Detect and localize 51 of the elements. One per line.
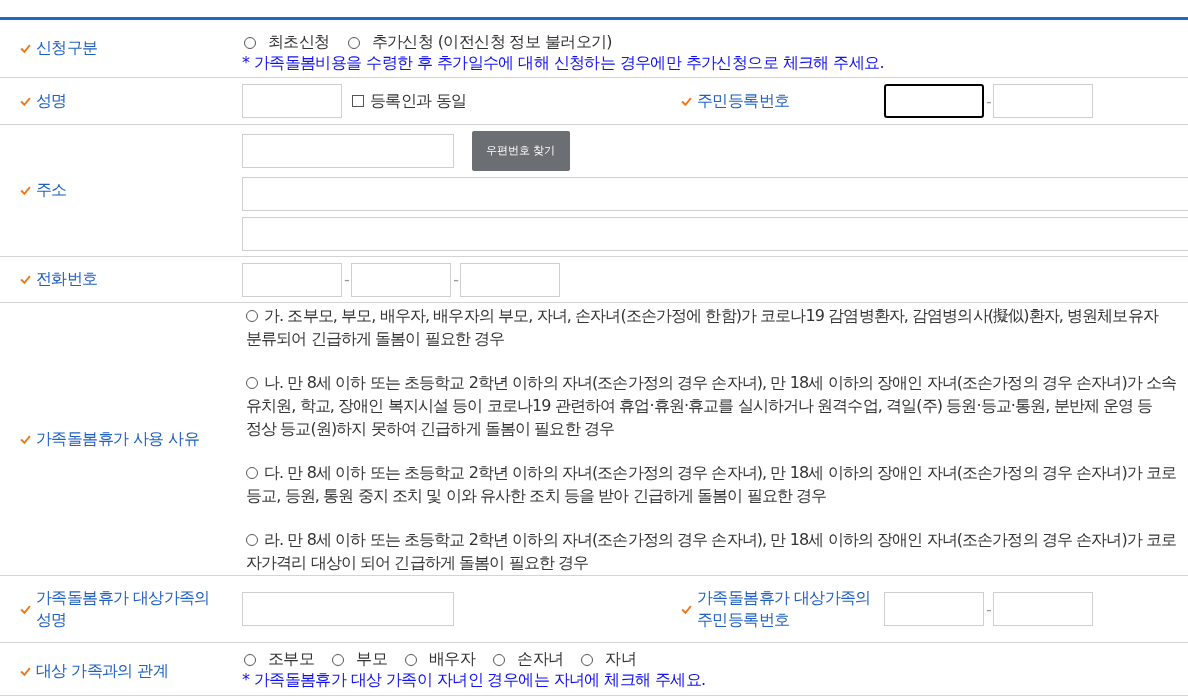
radio-option[interactable]: 추가신청 (이전신청 정보 불러오기) <box>345 32 614 53</box>
reason-text: 분류되어 긴급하게 돌봄이 필요한 경우 <box>246 328 505 350</box>
separator: - <box>986 599 992 619</box>
radio-option[interactable]: 조부모 <box>242 649 317 670</box>
separator: - <box>986 91 992 111</box>
field-label: 가족돌봄휴가 대상가족의 성명 <box>36 587 211 631</box>
radio-option[interactable]: 최초신청 <box>242 32 332 53</box>
address-detail-field[interactable] <box>242 216 1188 251</box>
checkbox-option[interactable]: 등록인과 동일 <box>350 90 469 112</box>
check-icon <box>20 275 31 284</box>
postcode-search-button[interactable]: 우편번호 찾기 <box>472 130 570 171</box>
reason-text: 라. 만 8세 이하 또는 초등학교 2학년 이하의 자녀(조손가정의 경우 손자녀), 만 18세 이하의 장애인 자녀(조손가정의 경우 손자녀)가 코로 <box>264 529 1177 551</box>
family-name-field[interactable] <box>242 592 454 626</box>
phone-field[interactable] <box>242 262 342 297</box>
reason-text: 유치원, 학교, 장애인 복지시설 등이 코로나19 관련하여 휴업·휴원·휴교를 실시하거나 원격수업, 격일(주) 등원·등교·통원, 분반제 운영 등 <box>246 395 1153 417</box>
field-label: 신청구분 <box>36 38 98 59</box>
reason-text: 자가격리 대상이 되어 긴급하게 돌봄이 필요한 경우 <box>246 552 589 574</box>
radio-option[interactable]: 손자녀 <box>491 649 566 670</box>
field-label: 전화번호 <box>36 269 98 290</box>
check-icon <box>20 44 31 53</box>
rrn-field[interactable] <box>884 84 984 118</box>
check-icon <box>20 186 31 195</box>
phone-field[interactable] <box>351 262 452 297</box>
reason-text: 정상 등교(원)하지 못하여 긴급하게 돌봄이 필요한 경우 <box>246 418 614 440</box>
reason-text: 가. 조부모, 부모, 배우자, 배우자의 부모, 자녀, 손자녀(조손가정에 한함)가 코로나19 감염병환자, 감염병의사(擬似)환자, 병원체보유자 <box>264 305 1158 327</box>
check-icon <box>20 96 31 106</box>
field-label: 주민등록번호 <box>697 90 790 112</box>
reason-text: 나. 만 8세 이하 또는 초등학교 2학년 이하의 자녀(조손가정의 경우 손자녀), 만 18세 이하의 장애인 자녀(조손가정의 경우 손자녀)가 소속 <box>264 372 1177 394</box>
field-label: 대상 가족과의 관계 <box>36 661 169 682</box>
radio-option[interactable]: 자녀 <box>579 649 639 670</box>
field-label: 주소 <box>36 180 67 201</box>
check-icon <box>20 604 31 614</box>
note-text: * 가족돌봄비용을 수령한 후 추가일수에 대해 신청하는 경우에만 추가신청으로 체크해 주세요. <box>242 53 884 73</box>
separator: - <box>344 270 350 289</box>
radio-option[interactable]: 배우자 <box>403 649 478 670</box>
field-label: 가족돌봄휴가 사용 사유 <box>36 428 199 450</box>
phone-field[interactable] <box>460 262 561 297</box>
check-icon <box>20 434 31 444</box>
reason-text: 다. 만 8세 이하 또는 초등학교 2학년 이하의 자녀(조손가정의 경우 손자녀), 만 18세 이하의 장애인 자녀(조손가정의 경우 손자녀)가 코로 <box>264 462 1177 484</box>
note-text: * 가족돌봄휴가 대상 가족이 자녀인 경우에는 자녀에 체크해 주세요. <box>242 670 706 690</box>
reason-text: 등교, 등원, 통원 중지 조치 및 이와 유사한 조치 등을 받아 긴급하게 돌봄이 필요한 경우 <box>246 485 827 507</box>
field-label: 가족돌봄휴가 대상가족의 주민등록번호 <box>697 587 872 631</box>
radio-option[interactable]: 부모 <box>330 649 389 670</box>
check-icon <box>681 96 692 106</box>
check-icon <box>681 604 692 614</box>
check-icon <box>20 667 31 676</box>
postcode-field[interactable] <box>242 133 454 168</box>
separator: - <box>453 270 459 289</box>
address-field[interactable] <box>242 176 1188 211</box>
field-label: 성명 <box>36 90 67 112</box>
name-field[interactable] <box>242 84 342 118</box>
